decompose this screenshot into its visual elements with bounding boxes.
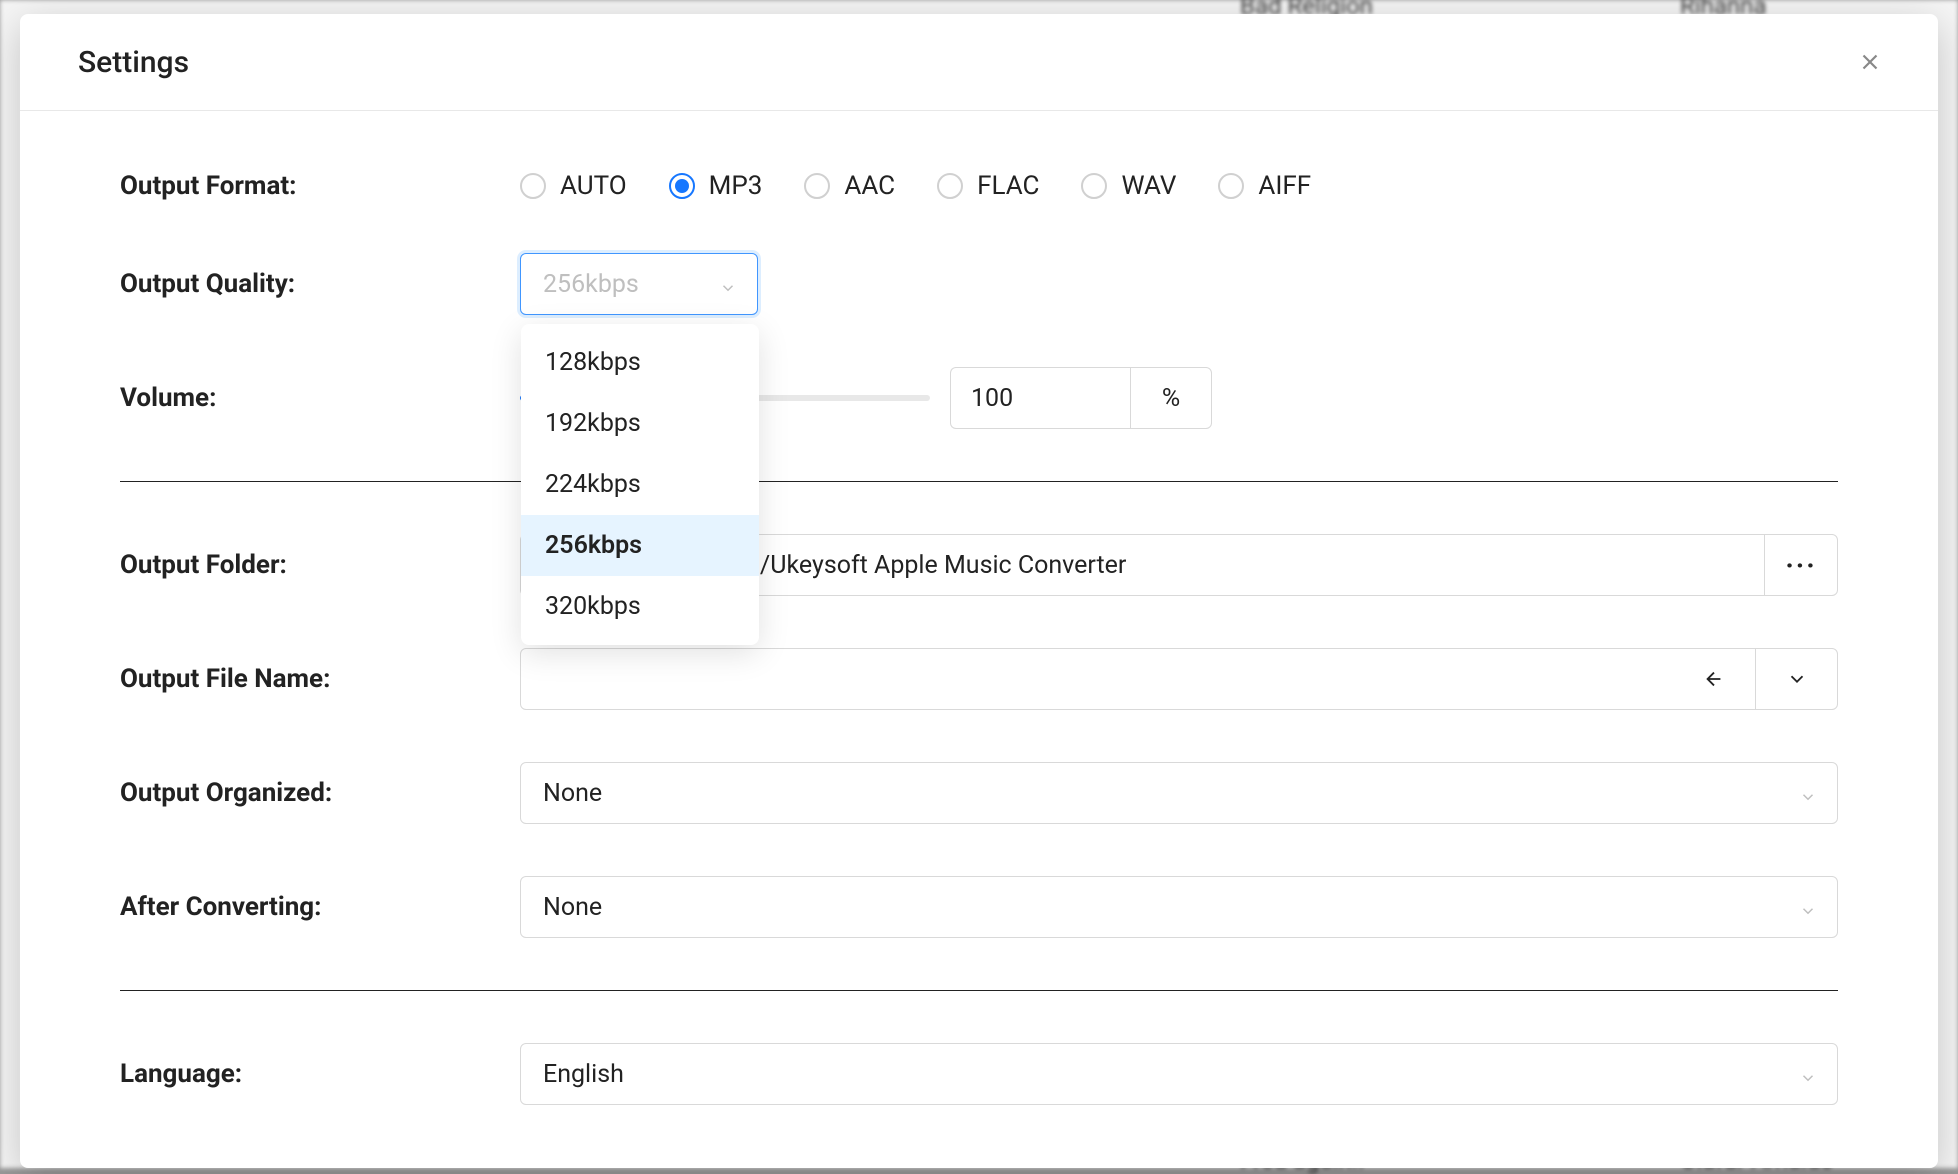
dropdown-item-320[interactable]: 320kbps <box>521 576 759 637</box>
chevron-down-icon <box>719 275 737 293</box>
radio-circle-icon <box>804 173 830 199</box>
radio-circle-icon <box>1218 173 1244 199</box>
output-file-name-input[interactable] <box>520 648 1838 710</box>
label-output-quality: Output Quality: <box>120 269 520 299</box>
row-output-organized: Output Organized: None <box>120 762 1838 824</box>
dropdown-item-192[interactable]: 192kbps <box>521 393 759 454</box>
radio-label: AIFF <box>1258 171 1311 201</box>
radio-circle-icon <box>520 173 546 199</box>
label-after-converting: After Converting: <box>120 892 520 922</box>
arrow-left-icon <box>1703 668 1725 690</box>
chevron-down-icon <box>1799 1065 1817 1083</box>
close-icon <box>1857 49 1883 75</box>
radio-circle-icon <box>669 173 695 199</box>
language-select[interactable]: English <box>520 1043 1838 1105</box>
radio-aiff[interactable]: AIFF <box>1218 171 1311 201</box>
settings-modal: Settings Output Format: AUTO MP3 <box>20 14 1938 1168</box>
modal-title: Settings <box>78 45 189 80</box>
chevron-down-icon <box>1786 668 1808 690</box>
output-organized-value: None <box>543 779 602 808</box>
output-organized-select[interactable]: None <box>520 762 1838 824</box>
radio-aac[interactable]: AAC <box>804 171 895 201</box>
modal-header: Settings <box>20 14 1938 111</box>
row-output-file-name: Output File Name: <box>120 648 1838 710</box>
radio-mp3[interactable]: MP3 <box>669 171 763 201</box>
output-quality-dropdown: 128kbps 192kbps 224kbps 256kbps 320kbps <box>521 324 759 645</box>
radio-label: AUTO <box>560 171 627 201</box>
label-output-organized: Output Organized: <box>120 778 520 808</box>
chevron-down-icon <box>1799 898 1817 916</box>
filename-dropdown-button[interactable] <box>1755 649 1837 709</box>
label-language: Language: <box>120 1059 520 1089</box>
section-divider <box>120 990 1838 991</box>
volume-value: 100 <box>971 384 1013 413</box>
label-output-folder: Output Folder: <box>120 550 520 580</box>
volume-unit: % <box>1130 367 1212 429</box>
radio-label: WAV <box>1121 171 1176 201</box>
section-divider <box>120 481 1838 482</box>
row-after-converting: After Converting: None <box>120 876 1838 938</box>
row-output-format: Output Format: AUTO MP3 AAC <box>120 171 1838 201</box>
radio-flac[interactable]: FLAC <box>937 171 1039 201</box>
modal-body: Output Format: AUTO MP3 AAC <box>20 111 1938 1168</box>
row-language: Language: English <box>120 1043 1838 1105</box>
language-value: English <box>543 1060 624 1089</box>
radio-circle-icon <box>1081 173 1107 199</box>
label-output-format: Output Format: <box>120 171 520 201</box>
radio-wav[interactable]: WAV <box>1081 171 1176 201</box>
radio-label: AAC <box>844 171 895 201</box>
row-output-quality: Output Quality: 256kbps 128kbps 192kbps … <box>120 253 1838 315</box>
after-converting-value: None <box>543 893 602 922</box>
output-quality-value: 256kbps <box>543 270 639 299</box>
dropdown-item-128[interactable]: 128kbps <box>521 332 759 393</box>
radio-label: MP3 <box>709 171 763 201</box>
after-converting-select[interactable]: None <box>520 876 1838 938</box>
radio-auto[interactable]: AUTO <box>520 171 627 201</box>
row-volume: Volume: 100 % <box>120 367 1838 429</box>
filename-back-button[interactable] <box>1673 649 1755 709</box>
output-format-radio-group: AUTO MP3 AAC FLAC <box>520 171 1311 201</box>
close-button[interactable] <box>1850 42 1890 82</box>
dropdown-item-256[interactable]: 256kbps <box>521 515 759 576</box>
row-output-folder: Output Folder: cuments/Ukeysoft Apple Mu… <box>120 534 1838 596</box>
ellipsis-icon: ··· <box>1785 549 1816 582</box>
chevron-down-icon <box>1799 784 1817 802</box>
radio-dot-icon <box>675 179 689 193</box>
volume-input[interactable]: 100 <box>950 367 1130 429</box>
label-output-file-name: Output File Name: <box>120 664 520 694</box>
radio-circle-icon <box>937 173 963 199</box>
radio-label: FLAC <box>977 171 1039 201</box>
output-quality-select[interactable]: 256kbps 128kbps 192kbps 224kbps 256kbps … <box>520 253 758 315</box>
dropdown-item-224[interactable]: 224kbps <box>521 454 759 515</box>
label-volume: Volume: <box>120 383 520 413</box>
browse-folder-button[interactable]: ··· <box>1764 534 1838 596</box>
